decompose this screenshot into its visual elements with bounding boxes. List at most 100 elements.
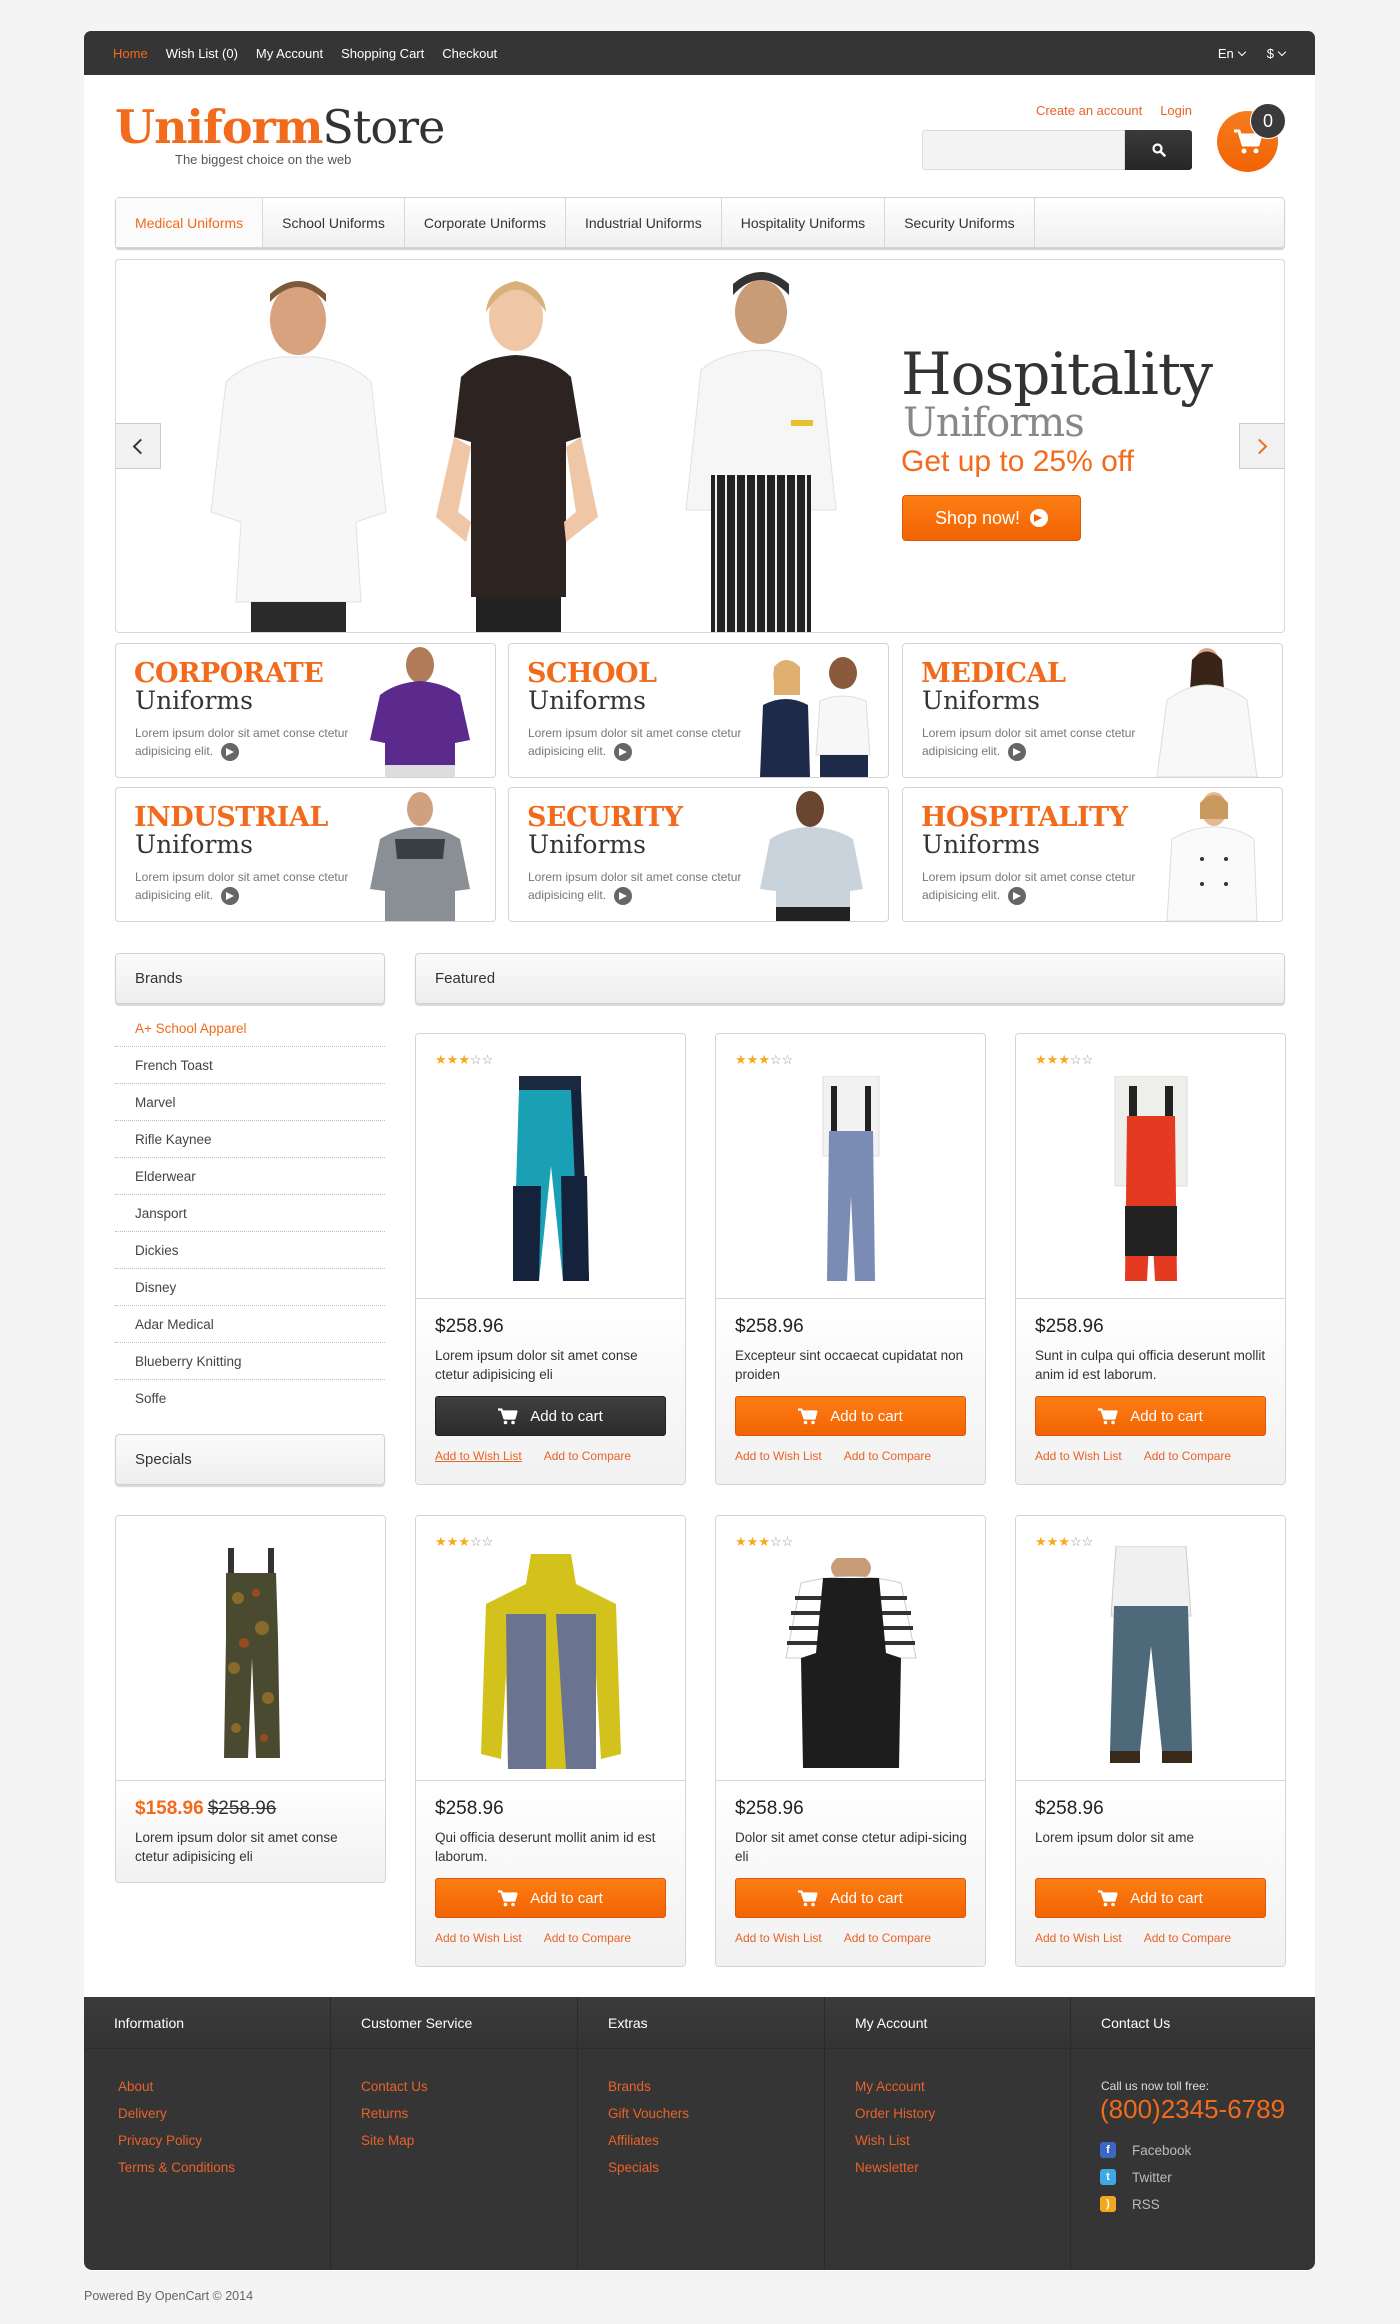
add-to-cart-button[interactable]: Add to cart [735, 1878, 966, 1918]
arrow-circle-right-icon[interactable] [614, 886, 633, 905]
search-input[interactable] [922, 130, 1125, 170]
product-description[interactable]: Qui officia deserunt mollit anim id est … [435, 1828, 670, 1866]
menu-hospitality-uniforms[interactable]: Hospitality Uniforms [722, 198, 886, 247]
language-select[interactable]: En [1218, 46, 1247, 61]
search-button[interactable] [1125, 130, 1192, 170]
add-to-wishlist-link[interactable]: Add to Wish List [1035, 1449, 1122, 1463]
star-filled-icon: ★ [758, 1534, 770, 1549]
add-to-cart-button[interactable]: Add to cart [435, 1878, 666, 1918]
add-to-compare-link[interactable]: Add to Compare [844, 1449, 931, 1463]
add-to-cart-button[interactable]: Add to cart [1035, 1878, 1266, 1918]
logo[interactable]: UniformStore [115, 100, 445, 154]
arrow-circle-right-icon[interactable] [221, 742, 240, 761]
social-twitter[interactable]: t Twitter [1100, 2169, 1172, 2185]
brand-item[interactable]: Rifle Kaynee [115, 1121, 385, 1158]
banner-corporate[interactable]: CORPORATE Uniforms Lorem ipsum dolor sit… [115, 643, 496, 778]
add-to-cart-button[interactable]: Add to cart [1035, 1396, 1266, 1436]
product-image-area[interactable]: ★★★☆☆ [1016, 1516, 1285, 1781]
menu-corporate-uniforms[interactable]: Corporate Uniforms [405, 198, 566, 247]
brand-item[interactable]: Dickies [115, 1232, 385, 1269]
star-empty-icon: ☆ [1081, 1534, 1094, 1549]
footer-link[interactable]: Delivery [118, 2106, 330, 2133]
brand-item[interactable]: Soffe [115, 1380, 385, 1417]
product-description[interactable]: Excepteur sint occaecat cupidatat non pr… [735, 1346, 970, 1384]
menu-school-uniforms[interactable]: School Uniforms [263, 198, 405, 247]
add-to-cart-button[interactable]: Add to cart [435, 1396, 666, 1436]
product-description[interactable]: Lorem ipsum dolor sit ame [1035, 1828, 1270, 1847]
footer-link[interactable]: Specials [608, 2160, 824, 2187]
footer-link[interactable]: About [118, 2079, 330, 2106]
footer-link[interactable]: Order History [855, 2106, 1070, 2133]
product-description[interactable]: Lorem ipsum dolor sit amet conse ctetur … [435, 1346, 670, 1384]
add-to-wishlist-link[interactable]: Add to Wish List [735, 1931, 822, 1945]
nav-shopping-cart[interactable]: Shopping Cart [341, 46, 424, 61]
currency-select[interactable]: $ [1266, 45, 1287, 61]
nav-checkout[interactable]: Checkout [442, 46, 497, 61]
footer-link[interactable]: Wish List [855, 2133, 1070, 2160]
arrow-circle-right-icon[interactable] [1008, 886, 1027, 905]
add-to-compare-link[interactable]: Add to Compare [544, 1931, 631, 1945]
product-image-area[interactable] [116, 1516, 385, 1781]
arrow-circle-right-icon[interactable] [614, 742, 633, 761]
add-to-wishlist-link[interactable]: Add to Wish List [1035, 1931, 1122, 1945]
social-rss[interactable]: ) RSS [1100, 2196, 1160, 2212]
add-to-compare-link[interactable]: Add to Compare [1144, 1449, 1231, 1463]
footer-link[interactable]: Newsletter [855, 2160, 1070, 2187]
menu-medical-uniforms[interactable]: Medical Uniforms [116, 198, 264, 247]
product-image-area[interactable]: ★★★☆☆ [416, 1516, 685, 1781]
menu-industrial-uniforms[interactable]: Industrial Uniforms [566, 198, 722, 247]
banner-industrial[interactable]: INDUSTRIAL Uniforms Lorem ipsum dolor si… [115, 787, 496, 922]
brand-item[interactable]: Marvel [115, 1084, 385, 1121]
product-image-area[interactable]: ★★★☆☆ [716, 1516, 985, 1781]
product-description[interactable]: Dolor sit amet conse ctetur adipi-sicing… [735, 1828, 970, 1866]
product-image-area[interactable]: ★★★☆☆ [716, 1034, 985, 1299]
product-description[interactable]: Lorem ipsum dolor sit amet conse ctetur … [135, 1828, 370, 1866]
add-to-compare-link[interactable]: Add to Compare [544, 1449, 631, 1463]
brand-item[interactable]: A+ School Apparel [115, 1010, 385, 1047]
nav-my-account[interactable]: My Account [256, 46, 323, 61]
brand-item[interactable]: Elderwear [115, 1158, 385, 1195]
brand-item[interactable]: French Toast [115, 1047, 385, 1084]
footer-link[interactable]: Brands [608, 2079, 824, 2106]
menu-security-uniforms[interactable]: Security Uniforms [885, 198, 1035, 247]
currency-value: $ [1266, 45, 1274, 61]
footer-link[interactable]: Gift Vouchers [608, 2106, 824, 2133]
social-facebook[interactable]: f Facebook [1100, 2142, 1191, 2158]
footer-link[interactable]: My Account [855, 2079, 1070, 2106]
product-description[interactable]: Sunt in culpa qui officia deserunt molli… [1035, 1346, 1270, 1384]
banner-security[interactable]: SECURITY Uniforms Lorem ipsum dolor sit … [508, 787, 889, 922]
product-image-area[interactable]: ★★★☆☆ [1016, 1034, 1285, 1299]
product-image-area[interactable]: ★★★☆☆ [416, 1034, 685, 1299]
banner-school[interactable]: SCHOOL Uniforms Lorem ipsum dolor sit am… [508, 643, 889, 778]
footer-link[interactable]: Site Map [361, 2133, 577, 2160]
add-to-compare-link[interactable]: Add to Compare [1144, 1931, 1231, 1945]
shop-now-button[interactable]: Shop now! [902, 495, 1081, 541]
footer-link[interactable]: Terms & Conditions [118, 2160, 330, 2187]
add-to-cart-button[interactable]: Add to cart [735, 1396, 966, 1436]
add-to-wishlist-link[interactable]: Add to Wish List [735, 1449, 822, 1463]
create-account-link[interactable]: Create an account [1036, 103, 1142, 118]
footer-link[interactable]: Affiliates [608, 2133, 824, 2160]
nav-wish-list[interactable]: Wish List (0) [166, 46, 238, 61]
footer-link[interactable]: Privacy Policy [118, 2133, 330, 2160]
brand-item[interactable]: Jansport [115, 1195, 385, 1232]
banner-hospitality[interactable]: HOSPITALITY Uniforms Lorem ipsum dolor s… [902, 787, 1283, 922]
arrow-circle-right-icon[interactable] [221, 886, 240, 905]
add-to-compare-link[interactable]: Add to Compare [844, 1931, 931, 1945]
slider-prev-button[interactable] [116, 423, 161, 469]
banner-medical[interactable]: MEDICAL Uniforms Lorem ipsum dolor sit a… [902, 643, 1283, 778]
slider-next-button[interactable] [1239, 423, 1284, 469]
brand-item[interactable]: Adar Medical [115, 1306, 385, 1343]
add-to-wishlist-link[interactable]: Add to Wish List [435, 1449, 522, 1463]
phone-number[interactable]: (800)2345-6789 [1100, 2094, 1285, 2125]
nav-home[interactable]: Home [113, 46, 148, 61]
footer-link[interactable]: Returns [361, 2106, 577, 2133]
footer-link[interactable]: Contact Us [361, 2079, 577, 2106]
add-to-wishlist-link[interactable]: Add to Wish List [435, 1931, 522, 1945]
account-links: Create an account Login [1036, 103, 1192, 118]
brand-item[interactable]: Blueberry Knitting [115, 1343, 385, 1380]
brand-item[interactable]: Disney [115, 1269, 385, 1306]
login-link[interactable]: Login [1160, 103, 1192, 118]
product-rating: ★★★☆☆ [735, 1534, 793, 1550]
arrow-circle-right-icon[interactable] [1008, 742, 1027, 761]
